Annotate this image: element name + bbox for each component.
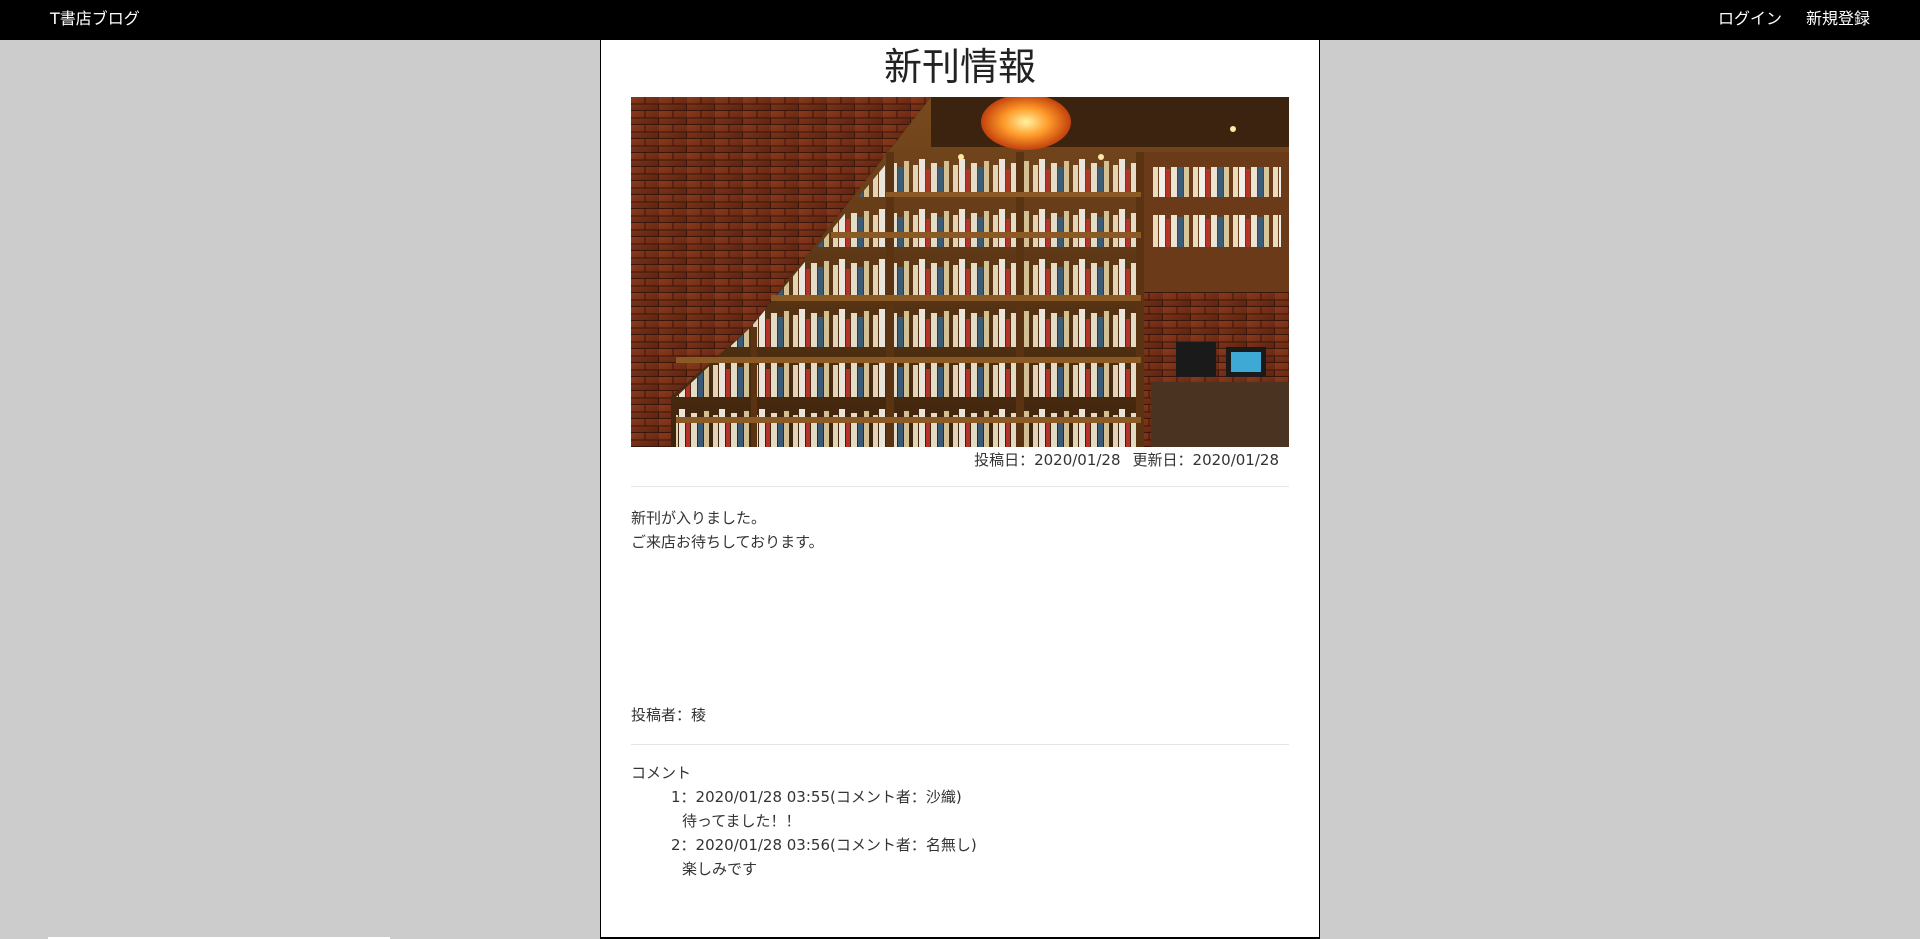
comment-meta: 2：2020/01/28 03:56(コメント者：名無し): [671, 836, 977, 854]
signup-link[interactable]: 新規登録: [1806, 9, 1870, 29]
posted-date: 投稿日：2020/01/28: [974, 451, 1121, 469]
updated-date: 更新日：2020/01/28: [1132, 451, 1279, 469]
post-title: 新刊情報: [883, 45, 1036, 89]
login-link[interactable]: ログイン: [1718, 9, 1782, 29]
comments-section: コメント 1：2020/01/28 03:55(コメント者：沙織) 待ってました…: [631, 761, 977, 881]
top-navbar: T書店ブログ ログイン 新規登録: [0, 0, 1920, 40]
comment-meta: 1：2020/01/28 03:55(コメント者：沙織): [671, 788, 962, 806]
divider-bottom: [631, 744, 1289, 745]
post-body: 新刊が入りました。 ご来店お待ちしております。: [631, 506, 824, 554]
bookstore-photo: [631, 97, 1289, 447]
post-body-line: 新刊が入りました。: [631, 509, 767, 527]
nav-links: ログイン 新規登録: [1718, 9, 1870, 29]
post-author: 投稿者：稜: [631, 706, 707, 724]
comment-text: 楽しみです: [682, 860, 758, 878]
brand-link[interactable]: T書店ブログ: [50, 9, 140, 29]
divider-top: [631, 486, 1289, 487]
post-body-line: ご来店お待ちしております。: [631, 533, 824, 551]
comment-text: 待ってました！！: [682, 812, 801, 830]
post-panel: 新刊情報 投稿日：2020/01/28 更新日：2020/01/28 新刊が入り…: [600, 40, 1320, 939]
post-dates: 投稿日：2020/01/28 更新日：2020/01/28: [974, 450, 1279, 470]
comments-heading: コメント: [631, 764, 692, 782]
